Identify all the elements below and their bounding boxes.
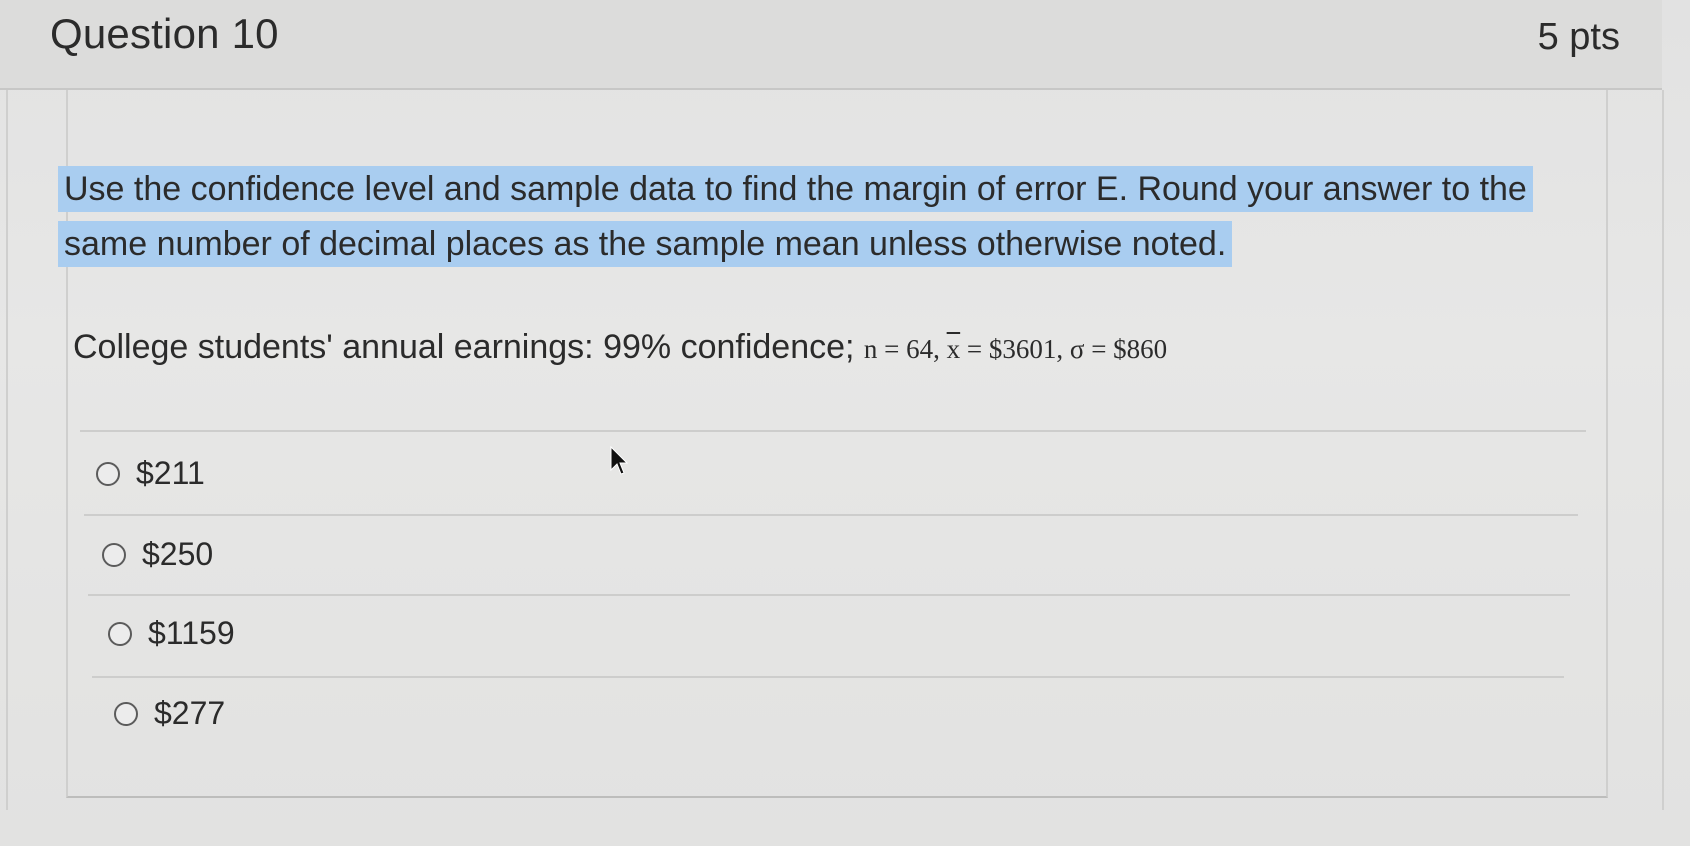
radio-button-icon[interactable] — [96, 461, 120, 486]
quiz-page: Question 10 5 pts Use the confidence lev… — [0, 0, 1690, 846]
answer-label: $250 — [142, 536, 214, 572]
question-prompt: Use the confidence level and sample data… — [58, 162, 1598, 272]
radio-button-icon[interactable] — [114, 701, 138, 726]
answer-label: $277 — [154, 695, 226, 731]
answer-label: $1159 — [148, 615, 235, 651]
answer-divider — [80, 430, 1586, 432]
problem-lead: College students' annual earnings: 99% c… — [73, 328, 864, 366]
question-header: Question 10 5 pts — [0, 0, 1662, 90]
prompt-line-2: same number of decimal places as the sam… — [58, 221, 1233, 267]
answer-option-1[interactable]: $211 — [96, 455, 205, 492]
sample-size: n = 64, — [863, 334, 947, 364]
sample-mean-value: = $3601, — [960, 334, 1070, 364]
question-points: 5 pts — [1537, 16, 1620, 58]
answer-option-4[interactable]: $277 — [114, 695, 225, 732]
population-sd: σ = $860 — [1069, 334, 1168, 364]
answer-divider — [92, 676, 1564, 678]
mouse-pointer-icon — [610, 446, 628, 475]
problem-statement: College students' annual earnings: 99% c… — [73, 328, 1167, 367]
sample-mean-symbol: x — [946, 334, 961, 364]
answer-divider — [88, 594, 1570, 596]
answer-option-3[interactable]: $1159 — [108, 615, 235, 652]
question-title: Question 10 — [50, 10, 279, 57]
radio-button-icon[interactable] — [102, 542, 126, 567]
answer-option-2[interactable]: $250 — [102, 536, 213, 573]
prompt-line-1: Use the confidence level and sample data… — [58, 166, 1533, 212]
answer-divider — [84, 514, 1578, 516]
answer-label: $211 — [136, 455, 205, 491]
radio-button-icon[interactable] — [108, 621, 132, 646]
